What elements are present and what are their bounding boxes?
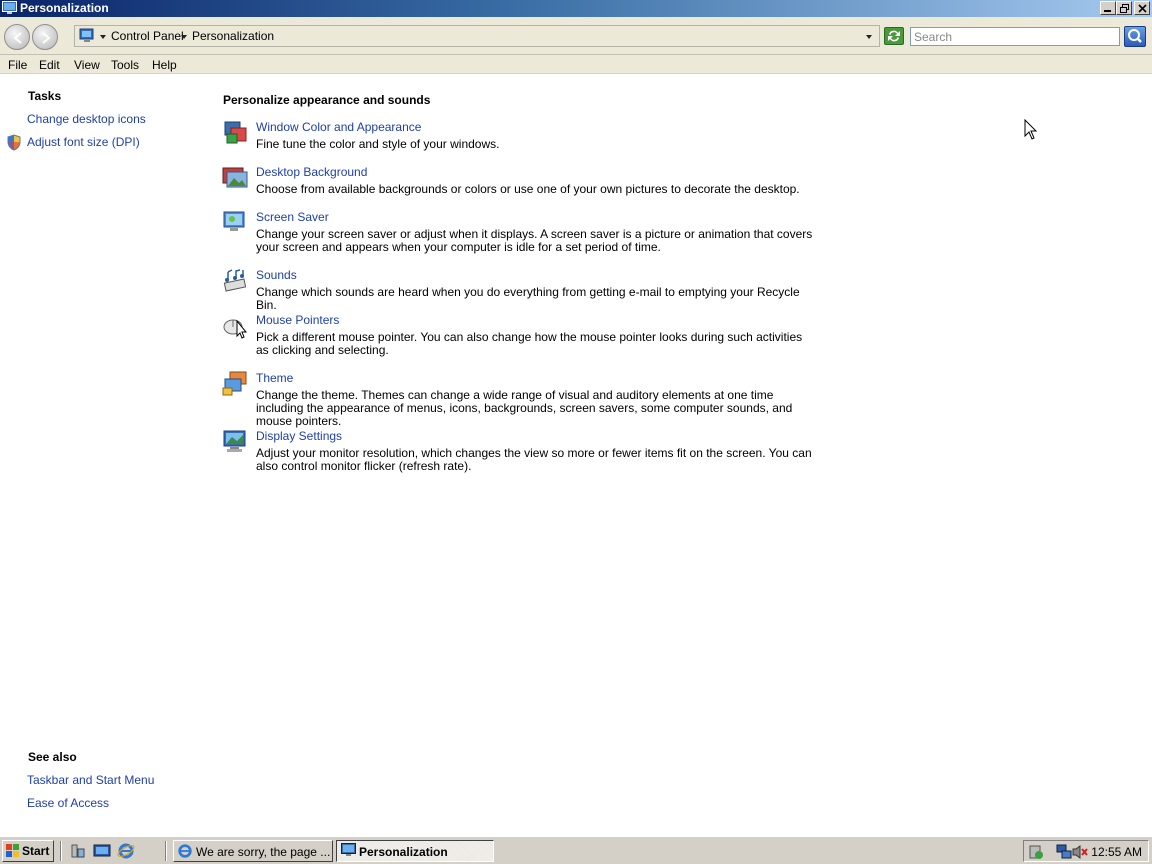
taskbar-item-personalization[interactable]: Personalization bbox=[336, 840, 494, 862]
address-box[interactable]: Control Panel Personalization bbox=[74, 25, 880, 47]
chevron-down-icon[interactable] bbox=[181, 35, 187, 39]
item-title-display-settings[interactable]: Display Settings bbox=[256, 429, 342, 443]
item-desc: Change your screen saver or adjust when … bbox=[256, 227, 813, 254]
item-desc: Change which sounds are heard when you d… bbox=[256, 285, 800, 312]
see-also-heading: See also bbox=[28, 750, 77, 764]
search-input[interactable]: Search bbox=[910, 27, 1120, 46]
sounds-icon bbox=[223, 269, 247, 292]
theme-icon bbox=[222, 371, 247, 396]
back-arrow-icon bbox=[13, 32, 22, 44]
server-manager-icon[interactable] bbox=[70, 843, 86, 859]
adjust-font-size-link[interactable]: Adjust font size (DPI) bbox=[27, 135, 140, 149]
list-item: Sounds Change which sounds are heard whe… bbox=[222, 268, 822, 312]
menu-tools[interactable]: Tools bbox=[111, 58, 139, 72]
title-bar: Personalization bbox=[0, 0, 1152, 17]
page-title: Personalize appearance and sounds bbox=[223, 93, 431, 107]
address-bar-area: Control Panel Personalization Search bbox=[0, 17, 1152, 55]
start-label: Start bbox=[22, 844, 50, 858]
item-title-theme[interactable]: Theme bbox=[256, 371, 293, 385]
search-button[interactable] bbox=[1124, 26, 1146, 47]
restore-button[interactable] bbox=[1116, 1, 1132, 15]
item-desc: Fine tune the color and style of your wi… bbox=[256, 137, 500, 151]
network-icon[interactable] bbox=[1056, 844, 1072, 860]
show-desktop-icon[interactable] bbox=[93, 843, 111, 859]
mouse-pointers-icon bbox=[223, 319, 248, 339]
close-button[interactable] bbox=[1134, 1, 1150, 15]
list-item: Display Settings Adjust your monitor res… bbox=[222, 429, 822, 479]
desktop-background-icon bbox=[222, 167, 248, 188]
window-color-icon bbox=[224, 121, 247, 144]
ease-of-access-link[interactable]: Ease of Access bbox=[27, 796, 109, 810]
address-dropdown-icon[interactable] bbox=[866, 35, 872, 39]
change-desktop-icons-link[interactable]: Change desktop icons bbox=[27, 112, 146, 126]
clock[interactable]: 12:55 AM bbox=[1091, 845, 1142, 859]
personalization-icon bbox=[341, 843, 356, 856]
volume-muted-icon[interactable] bbox=[1072, 844, 1088, 860]
window-title: Personalization bbox=[20, 1, 109, 15]
security-center-icon[interactable] bbox=[1028, 844, 1044, 860]
breadcrumb-personalization[interactable]: Personalization bbox=[192, 29, 274, 44]
refresh-icon bbox=[888, 30, 900, 42]
item-title-window-color[interactable]: Window Color and Appearance bbox=[256, 120, 421, 134]
menu-bar: File Edit View Tools Help bbox=[0, 55, 1152, 74]
start-button[interactable]: Start bbox=[2, 840, 54, 862]
taskbar: Start We are sorry, the page ... Persona… bbox=[0, 836, 1152, 864]
mouse-cursor-icon bbox=[1024, 119, 1038, 140]
control-panel-icon bbox=[79, 28, 94, 42]
taskbar-start-menu-link[interactable]: Taskbar and Start Menu bbox=[27, 773, 154, 787]
item-desc: Change the theme. Themes can change a wi… bbox=[256, 388, 793, 428]
internet-explorer-icon bbox=[178, 844, 192, 858]
menu-edit[interactable]: Edit bbox=[39, 58, 60, 72]
item-title-desktop-background[interactable]: Desktop Background bbox=[256, 165, 367, 179]
back-button[interactable] bbox=[4, 24, 30, 50]
item-title-sounds[interactable]: Sounds bbox=[256, 268, 297, 282]
taskbar-item-label: Personalization bbox=[359, 845, 448, 859]
menu-view[interactable]: View bbox=[74, 58, 100, 72]
screen-saver-icon bbox=[223, 211, 245, 231]
display-settings-icon bbox=[223, 430, 246, 452]
forward-button[interactable] bbox=[32, 24, 58, 50]
search-icon bbox=[1128, 29, 1142, 43]
restore-icon bbox=[1119, 3, 1129, 13]
list-item: Screen Saver Change your screen saver or… bbox=[222, 210, 822, 260]
list-item: Mouse Pointers Pick a different mouse po… bbox=[222, 313, 822, 363]
windows-logo-icon bbox=[6, 844, 19, 857]
item-title-screen-saver[interactable]: Screen Saver bbox=[256, 210, 329, 224]
item-desc: Choose from available backgrounds or col… bbox=[256, 182, 800, 196]
tasks-heading: Tasks bbox=[28, 89, 62, 103]
taskbar-separator bbox=[165, 841, 167, 861]
refresh-button[interactable] bbox=[884, 27, 904, 45]
close-icon bbox=[1137, 3, 1147, 13]
internet-explorer-icon[interactable] bbox=[117, 842, 135, 860]
list-item: Desktop Background Choose from available… bbox=[222, 165, 822, 201]
system-tray: 12:55 AM bbox=[1023, 840, 1149, 862]
chevron-down-icon[interactable] bbox=[100, 35, 106, 39]
breadcrumb-control-panel[interactable]: Control Panel bbox=[111, 29, 184, 44]
menu-help[interactable]: Help bbox=[152, 58, 177, 72]
item-desc: Adjust your monitor resolution, which ch… bbox=[256, 446, 812, 473]
personalization-icon bbox=[2, 1, 17, 14]
item-title-mouse-pointers[interactable]: Mouse Pointers bbox=[256, 313, 339, 327]
list-item: Window Color and Appearance Fine tune th… bbox=[222, 120, 822, 156]
tasks-pane: Tasks Change desktop icons Adjust font s… bbox=[0, 75, 200, 836]
menu-file[interactable]: File bbox=[8, 58, 27, 72]
taskbar-separator bbox=[60, 841, 62, 861]
taskbar-item-label: We are sorry, the page ... bbox=[196, 845, 331, 859]
item-desc: Pick a different mouse pointer. You can … bbox=[256, 330, 803, 357]
minimize-icon bbox=[1104, 10, 1111, 12]
minimize-button[interactable] bbox=[1100, 1, 1116, 15]
forward-arrow-icon bbox=[42, 32, 51, 44]
taskbar-item-browser[interactable]: We are sorry, the page ... bbox=[173, 840, 333, 862]
shield-icon bbox=[7, 134, 21, 151]
list-item: Theme Change the theme. Themes can chang… bbox=[222, 371, 822, 428]
